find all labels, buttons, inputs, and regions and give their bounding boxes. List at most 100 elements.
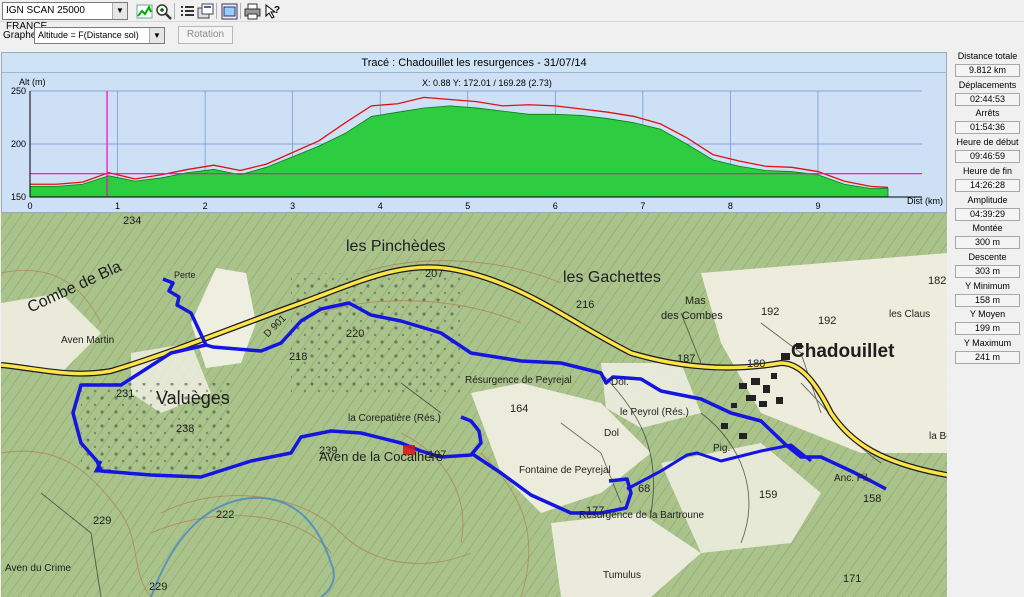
x-tick-label: 6 xyxy=(553,201,558,211)
map-spot-height: 220 xyxy=(346,328,365,340)
stat-label: Heure de fin xyxy=(962,165,1013,176)
map-spot-height: 239 xyxy=(319,445,338,457)
map-label-pig: Pig. xyxy=(713,443,731,454)
x-tick-label: 8 xyxy=(728,201,733,211)
stat-label: Y Moyen xyxy=(969,309,1006,320)
map-label-fontaine: Fontaine de Peyrejal xyxy=(519,465,611,476)
map-label-dol-2: Dol xyxy=(604,428,620,439)
stats-panel: Distance totale 9.812 km Déplacements 02:44… xyxy=(951,50,1024,597)
stat-value: 241 m xyxy=(955,351,1020,364)
map-spot-height: 207 xyxy=(425,268,444,280)
map-spot-height: 192 xyxy=(761,306,780,318)
x-tick-label: 4 xyxy=(378,201,383,211)
stat-label: Descente xyxy=(968,251,1007,262)
cursor-readout: X: 0.88 Y: 172.01 / 169.28 (2.73) xyxy=(422,78,552,88)
map-label-gachettes: les Gachettes xyxy=(563,269,661,286)
help-icon[interactable]: ? xyxy=(263,2,280,19)
elevation-chart[interactable]: 0 1 2 3 4 5 6 7 8 9 250 200 150 xyxy=(2,74,946,212)
map-spot-height: 229 xyxy=(149,581,168,593)
map-spot-height: 234 xyxy=(123,215,142,227)
x-tick-label: 7 xyxy=(640,201,645,211)
map-spot-height: 218 xyxy=(289,351,308,363)
toolbar-separator xyxy=(216,3,217,19)
map-label-pinchedes: les Pinchèdes xyxy=(346,238,446,255)
graph-controls-bar: Graphe Altitude = F(Distance sol) ▼ Rota… xyxy=(0,24,950,46)
topo-map[interactable]: les Pinchèdes les Gachettes Chadouillet … xyxy=(1,213,947,597)
map-spot-height: 171 xyxy=(843,573,862,585)
stat-value: 300 m xyxy=(955,236,1020,250)
stat-value: 9.812 km xyxy=(955,64,1020,77)
elevation-profile-panel: Tracé : Chadouillet les resurgences - 31… xyxy=(1,52,947,213)
map-spot-height: 222 xyxy=(216,509,235,521)
map-spot-height: 180 xyxy=(747,358,766,370)
list-icon[interactable] xyxy=(178,2,195,19)
stat-label: Y Maximum xyxy=(963,338,1012,348)
stat-value: 199 m xyxy=(955,322,1020,336)
svg-text:?: ? xyxy=(274,5,280,16)
x-tick-label: 2 xyxy=(203,201,208,211)
graph-label: Graphe xyxy=(3,30,37,41)
zoom-icon[interactable] xyxy=(154,2,172,20)
map-spot-height: 187 xyxy=(677,353,696,365)
toolbar: IGN SCAN 25000 FRANCE ▼ ? xyxy=(0,0,1024,32)
x-tick-label: 5 xyxy=(465,201,470,211)
map-label-corepatiere: la Corepatière (Rés.) xyxy=(348,413,441,424)
stat-label: Montée xyxy=(972,223,1003,234)
map-label-peyrol: le Peyrol (Rés.) xyxy=(620,407,689,418)
x-tick-label: 1 xyxy=(115,201,120,211)
stat-value: 04:39:29 xyxy=(955,207,1020,221)
stat-value: 02:44:53 xyxy=(955,92,1020,106)
stat-value: 09:46:59 xyxy=(955,150,1020,164)
profile-graph-icon[interactable] xyxy=(135,2,153,19)
stat-value: 303 m xyxy=(955,264,1020,278)
chevron-down-icon[interactable]: ▼ xyxy=(149,28,164,43)
x-tick-label: 9 xyxy=(815,201,820,211)
stat-label: Distance totale xyxy=(957,51,1018,61)
print-icon[interactable] xyxy=(243,2,261,20)
graph-mode-select[interactable]: Altitude = F(Distance sol) ▼ xyxy=(34,27,165,44)
map-canvas xyxy=(1,213,947,597)
stat-label: Amplitude xyxy=(967,194,1008,205)
toolbar-separator xyxy=(240,3,241,19)
map-label-valueges: Valuèges xyxy=(156,388,230,408)
stat-value: 01:54:36 xyxy=(955,121,1020,135)
map-spot-height: 229 xyxy=(93,515,112,527)
x-tick-label: 3 xyxy=(290,201,295,211)
map-spot-height: 238 xyxy=(176,423,195,435)
map-layer-select[interactable]: IGN SCAN 25000 FRANCE ▼ xyxy=(2,2,128,32)
graph-mode-value: Altitude = F(Distance sol) xyxy=(38,30,139,40)
stat-label: Arrêts xyxy=(975,108,1000,119)
toolbar-separator xyxy=(174,3,175,19)
rotation-button[interactable]: Rotation xyxy=(178,26,233,44)
map-label-tumulus: Tumulus xyxy=(603,570,641,581)
y-axis-label: Alt (m) xyxy=(19,77,46,87)
stat-label: Heure de début xyxy=(956,137,1019,148)
stat-label: Déplacements xyxy=(958,79,1017,90)
map-label-aven-martin: Aven Martin xyxy=(61,335,115,346)
stat-label: Y Minimum xyxy=(965,280,1010,291)
map-label-la-bou: la Bou xyxy=(929,431,947,442)
map-spot-height: 231 xyxy=(116,388,135,400)
map-label-aven-cocalhere: Aven de la Cocalhère xyxy=(319,449,444,464)
map-label-perte: Perte xyxy=(174,270,196,280)
map-spot-height: 197 xyxy=(428,449,447,461)
map-spot-height: 192 xyxy=(818,315,837,327)
map-label-aven-crime: Aven du Crime xyxy=(5,563,71,574)
profile-title: Tracé : Chadouillet les resurgences - 31… xyxy=(2,53,946,73)
chevron-down-icon[interactable]: ▼ xyxy=(112,3,127,19)
map-label-les-claus: les Claus xyxy=(889,309,931,320)
map-window-icon[interactable] xyxy=(220,2,238,20)
map-spot-height: 182 xyxy=(928,275,947,287)
map-spot-height: 177 xyxy=(586,505,605,517)
map-label-resurgence-peyrejal: Résurgence de Peyrejal xyxy=(465,375,572,386)
map-spot-height: 68 xyxy=(638,483,651,495)
map-label-mas: Mas xyxy=(685,295,706,307)
map-spot-height: 164 xyxy=(510,403,529,415)
export-icon[interactable] xyxy=(196,2,214,19)
map-label-des-combes: des Combes xyxy=(661,310,723,322)
map-label-dol-1: Dol. xyxy=(611,377,629,388)
x-axis-label: Dist (km) xyxy=(907,196,943,206)
y-tick-label: 200 xyxy=(11,139,26,149)
x-tick-label: 0 xyxy=(27,201,32,211)
map-spot-height: 158 xyxy=(863,493,882,505)
